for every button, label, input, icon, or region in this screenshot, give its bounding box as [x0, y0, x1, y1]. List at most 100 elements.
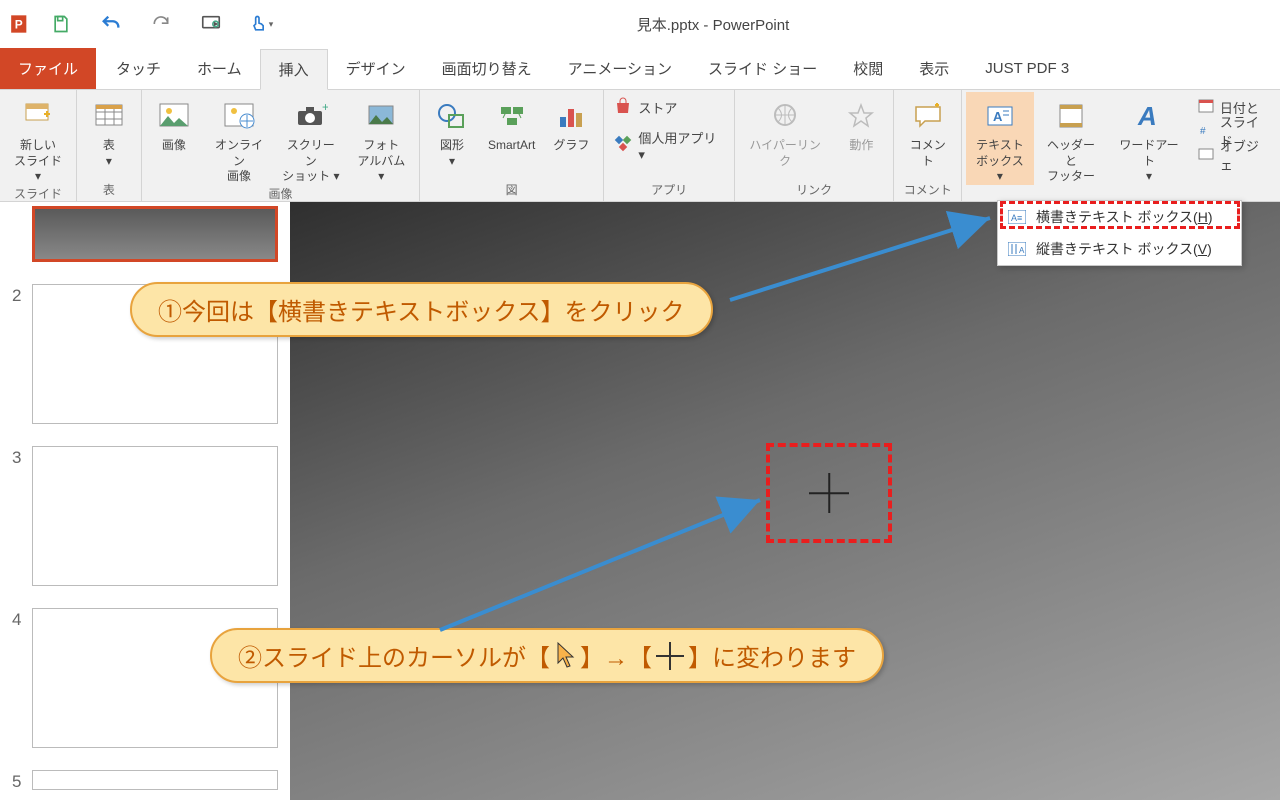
table-label: 表 ▾: [103, 138, 115, 169]
table-icon: [89, 96, 129, 136]
svg-text:+: +: [322, 101, 328, 114]
group-text: A テキスト ボックス ▾ ヘッダーと フッター A ワードアート ▾ 日付と …: [962, 90, 1280, 201]
tab-file[interactable]: ファイル: [0, 48, 96, 89]
powerpoint-app-icon: P: [8, 10, 36, 38]
horizontal-textbox-label: 横書きテキスト ボックス(H): [1036, 207, 1213, 227]
group-table: 表 ▾ 表: [77, 90, 142, 201]
chart-icon: [551, 96, 591, 136]
svg-text:#: #: [1200, 126, 1206, 137]
screenshot-button[interactable]: + スクリーン ショット ▾: [276, 92, 346, 185]
vertical-textbox-label: 縦書きテキスト ボックス(V): [1036, 239, 1212, 259]
store-icon: [614, 97, 632, 118]
tab-insert[interactable]: 挿入: [260, 49, 328, 90]
tab-home[interactable]: ホーム: [179, 48, 260, 89]
vertical-textbox-item[interactable]: A 縦書きテキスト ボックス(V): [998, 233, 1241, 265]
comment-button[interactable]: コメント: [898, 92, 957, 169]
window-title: 見本.pptx - PowerPoint: [274, 14, 1272, 35]
group-comment-label: コメント: [898, 181, 957, 201]
tab-touch[interactable]: タッチ: [98, 48, 179, 89]
store-button[interactable]: ストア: [614, 96, 724, 118]
photo-album-label: フォト アルバム ▾: [354, 138, 409, 185]
svg-text:A: A: [1137, 101, 1157, 131]
ribbon-tabs: ファイル タッチ ホーム 挿入 デザイン 画面切り替え アニメーション スライド…: [0, 48, 1280, 90]
new-slide-button[interactable]: 新しい スライド ▾: [4, 92, 72, 185]
group-slide-label: スライド: [4, 185, 72, 202]
group-links: ハイパーリンク 動作 リンク: [735, 90, 894, 201]
svg-text:A: A: [1019, 246, 1025, 255]
picture-button[interactable]: 画像: [146, 92, 202, 154]
ribbon: 新しい スライド ▾ スライド 表 ▾ 表 画像 オンライン 画像 +: [0, 90, 1280, 202]
tab-transition[interactable]: 画面切り替え: [424, 48, 550, 89]
arrow-cursor-icon: [554, 641, 576, 671]
title-bar: P ▾ 見本.pptx - PowerPoint: [0, 0, 1280, 48]
header-footer-label: ヘッダーと フッター: [1042, 138, 1101, 185]
svg-text:P: P: [15, 17, 23, 31]
group-text-label: [966, 185, 1276, 201]
horizontal-textbox-icon: A≡: [1008, 209, 1026, 225]
horizontal-textbox-item[interactable]: A≡ 横書きテキスト ボックス(H): [998, 201, 1241, 233]
textbox-icon: A: [980, 96, 1020, 136]
thumb-num-4: 4: [12, 608, 32, 630]
shapes-icon: [432, 96, 472, 136]
tab-design[interactable]: デザイン: [328, 48, 424, 89]
group-images-label: 画像: [146, 185, 415, 202]
shapes-label: 図形 ▾: [440, 138, 464, 169]
tab-view[interactable]: 表示: [901, 48, 967, 89]
smartart-label: SmartArt: [488, 138, 535, 154]
slidenum-icon: #: [1198, 122, 1214, 141]
photo-album-button[interactable]: フォト アルバム ▾: [348, 92, 415, 185]
tab-slideshow[interactable]: スライド ショー: [690, 48, 835, 89]
comment-label: コメント: [904, 138, 951, 169]
slide-thumb-5[interactable]: [32, 770, 278, 790]
header-footer-icon: [1051, 96, 1091, 136]
cross-cursor-icon: [656, 642, 684, 670]
group-images: 画像 オンライン 画像 + スクリーン ショット ▾ フォト アルバム ▾ 画像: [142, 90, 420, 201]
myapps-button[interactable]: 個人用アプリ ▾: [614, 134, 724, 156]
picture-label: 画像: [162, 138, 186, 154]
myapps-icon: [614, 135, 632, 156]
thumb-num-1: [12, 206, 32, 208]
action-icon: [841, 96, 881, 136]
group-illustrations: 図形 ▾ SmartArt グラフ 図: [420, 90, 604, 201]
undo-icon[interactable]: [98, 11, 124, 37]
smartart-icon: [492, 96, 532, 136]
datetime-icon: [1198, 98, 1214, 117]
thumb-num-2: 2: [12, 284, 32, 306]
object-button[interactable]: オブジェ: [1198, 144, 1270, 166]
vertical-textbox-icon: A: [1008, 241, 1026, 257]
chart-button[interactable]: グラフ: [543, 92, 599, 154]
new-slide-icon: [18, 96, 58, 136]
online-picture-button[interactable]: オンライン 画像: [204, 92, 274, 185]
hyperlink-icon: [765, 96, 805, 136]
smartart-button[interactable]: SmartArt: [482, 92, 541, 154]
tab-animation[interactable]: アニメーション: [550, 48, 690, 89]
crosshair-cursor-icon: [809, 473, 849, 513]
store-label: ストア: [638, 98, 677, 117]
callout2-text-b: 】→【: [580, 638, 652, 673]
svg-text:A: A: [993, 109, 1003, 124]
group-apps-label: アプリ: [608, 181, 730, 201]
tab-justpdf[interactable]: JUST PDF 3: [967, 48, 1087, 89]
wordart-button[interactable]: A ワードアート ▾: [1108, 92, 1190, 185]
shapes-button[interactable]: 図形 ▾: [424, 92, 480, 169]
save-icon[interactable]: [48, 11, 74, 37]
tab-review[interactable]: 校閲: [835, 48, 901, 89]
myapps-label: 個人用アプリ ▾: [638, 128, 724, 163]
photo-album-icon: [361, 96, 401, 136]
touch-mode-icon[interactable]: ▾: [248, 11, 274, 37]
svg-text:A≡: A≡: [1011, 213, 1022, 223]
slide-thumb-3[interactable]: [32, 446, 278, 586]
thumb-num-5: 5: [12, 770, 32, 792]
header-footer-button[interactable]: ヘッダーと フッター: [1036, 92, 1107, 185]
textbox-button[interactable]: A テキスト ボックス ▾: [966, 92, 1034, 185]
hyperlink-button[interactable]: ハイパーリンク: [739, 92, 831, 169]
object-icon: [1198, 146, 1214, 165]
redo-icon[interactable]: [148, 11, 174, 37]
group-comment: コメント コメント: [894, 90, 962, 201]
table-button[interactable]: 表 ▾: [81, 92, 137, 169]
action-button[interactable]: 動作: [833, 92, 889, 154]
screenshot-label: スクリーン ショット ▾: [282, 138, 340, 185]
comment-icon: [908, 96, 948, 136]
slide-thumb-1[interactable]: [32, 206, 278, 262]
slideshow-icon[interactable]: [198, 11, 224, 37]
